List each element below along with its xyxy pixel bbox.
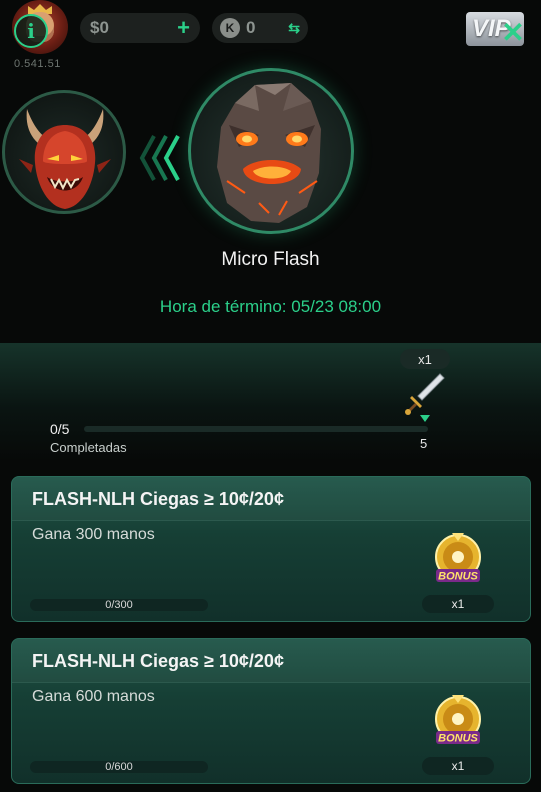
overall-progress-bar bbox=[84, 426, 428, 432]
reward-multiplier: x1 bbox=[422, 757, 494, 775]
task-progress-text: 0/600 bbox=[105, 761, 133, 773]
progress-target: 5 bbox=[420, 436, 428, 451]
info-button[interactable]: i bbox=[14, 14, 48, 48]
task-progress-text: 0/300 bbox=[105, 599, 133, 611]
player-id: 0.541.51 bbox=[14, 58, 61, 70]
task-description: Gana 300 manos bbox=[32, 526, 155, 543]
balance-value: $0 bbox=[90, 18, 109, 37]
close-icon: ✕ bbox=[501, 17, 525, 48]
rock-golem-boss-icon bbox=[217, 83, 321, 223]
info-icon: i bbox=[27, 19, 35, 43]
bonus-label: BONUS bbox=[438, 571, 478, 583]
k-points-value: 0 bbox=[246, 18, 256, 37]
boss-name: Micro Flash bbox=[221, 249, 320, 270]
k-points-pill: K 0 ⇆ bbox=[212, 13, 308, 43]
sword-icon bbox=[405, 373, 445, 415]
current-boss-portrait[interactable] bbox=[188, 68, 354, 234]
previous-boss-portrait[interactable] bbox=[2, 90, 126, 214]
dragon-boss-icon bbox=[19, 109, 111, 209]
bonus-wheel-icon: BONUS bbox=[435, 533, 481, 583]
task-title: FLASH-NLH Ciegas ≥ 10¢/20¢ bbox=[32, 651, 284, 671]
progress-label: Completadas bbox=[50, 440, 127, 455]
close-button[interactable]: ✕ bbox=[500, 19, 526, 48]
k-coin-icon: K bbox=[220, 18, 240, 38]
reward-multiplier: x1 bbox=[400, 349, 450, 369]
exchange-button[interactable]: ⇆ bbox=[288, 20, 300, 37]
end-time: Hora de término: 05/23 08:00 bbox=[159, 297, 382, 316]
task-card[interactable]: FLASH-NLH Ciegas ≥ 10¢/20¢ Gana 600 mano… bbox=[11, 638, 531, 784]
reward-multiplier: x1 bbox=[422, 595, 494, 613]
progress-count: 0/5 bbox=[50, 421, 70, 437]
task-card[interactable]: FLASH-NLH Ciegas ≥ 10¢/20¢ Gana 300 mano… bbox=[11, 476, 531, 622]
task-title: FLASH-NLH Ciegas ≥ 10¢/20¢ bbox=[32, 489, 284, 509]
bonus-label: BONUS bbox=[438, 733, 478, 745]
chevrons-left-icon bbox=[139, 135, 180, 181]
progress-target-marker bbox=[420, 415, 430, 422]
task-description: Gana 600 manos bbox=[32, 688, 155, 705]
balance-pill: $0 + bbox=[80, 13, 200, 43]
add-funds-button[interactable]: + bbox=[177, 17, 190, 39]
bonus-wheel-icon: BONUS bbox=[435, 695, 481, 745]
